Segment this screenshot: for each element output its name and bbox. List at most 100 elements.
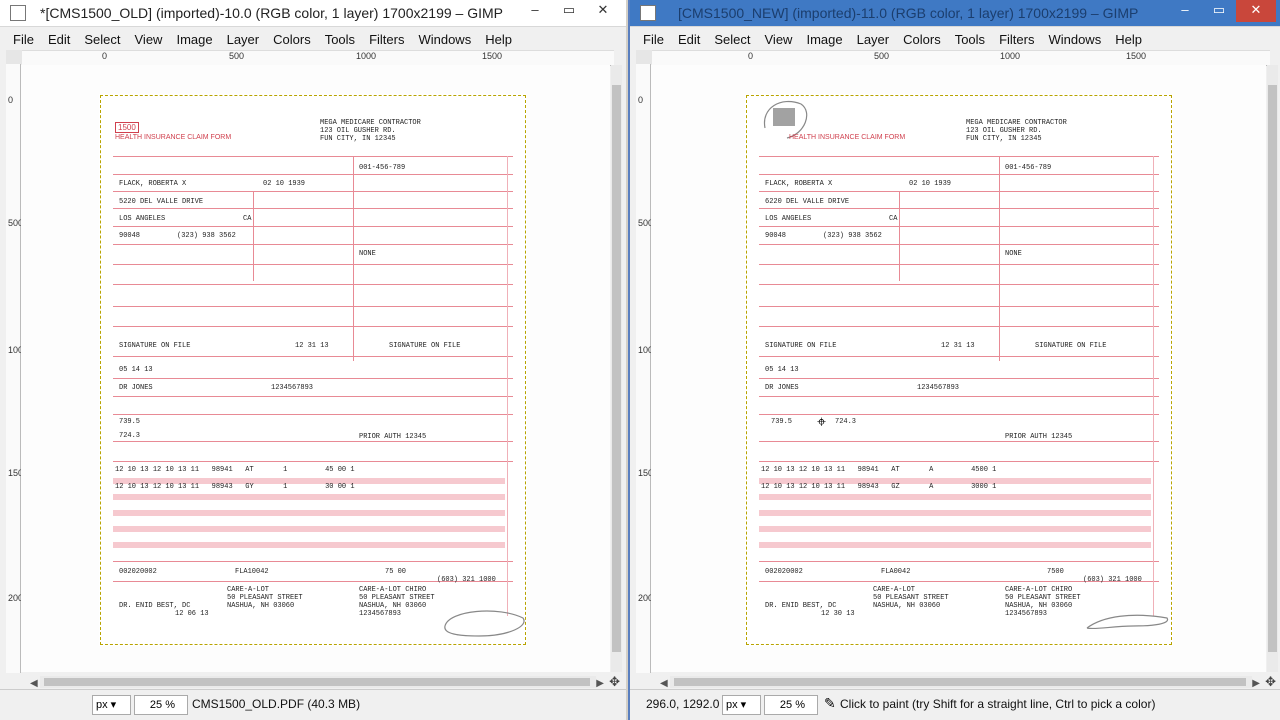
- menu-tools[interactable]: Tools: [948, 32, 992, 47]
- menu-image[interactable]: Image: [169, 32, 219, 47]
- image-canvas[interactable]: 1500 HEALTH INSURANCE CLAIM FORM MEGA ME…: [21, 65, 610, 672]
- scroll-thumb[interactable]: [44, 678, 590, 686]
- contractor-line: MEGA MEDICARE CONTRACTOR: [320, 119, 421, 127]
- patient-phone: (323) 938 3562: [823, 232, 882, 240]
- pen-cursor-icon: ⌖: [817, 414, 827, 431]
- zoom-select[interactable]: 25 %: [134, 695, 188, 715]
- menu-colors[interactable]: Colors: [896, 32, 948, 47]
- onset-date: 05 14 13: [119, 366, 153, 374]
- contractor-line: FUN CITY, IN 12345: [966, 135, 1042, 143]
- close-icon[interactable]: ✕: [1236, 0, 1276, 22]
- ruler-label: 0: [102, 51, 108, 61]
- horizontal-scrollbar[interactable]: [40, 676, 596, 688]
- horizontal-scrollbar[interactable]: [670, 676, 1252, 688]
- menu-select[interactable]: Select: [77, 32, 127, 47]
- form-title: HEALTH INSURANCE CLAIM FORM: [115, 134, 232, 141]
- menu-help[interactable]: Help: [478, 32, 519, 47]
- minimize-icon[interactable]: –: [518, 0, 552, 22]
- ruler-label: 500: [874, 51, 890, 61]
- menu-help[interactable]: Help: [1108, 32, 1149, 47]
- title-bar[interactable]: *[CMS1500_OLD] (imported)-10.0 (RGB colo…: [0, 0, 626, 27]
- unit-select[interactable]: px ▾: [722, 695, 761, 715]
- scroll-thumb[interactable]: [674, 678, 1246, 686]
- contractor-line: FUN CITY, IN 12345: [320, 135, 396, 143]
- pencil-tool-icon: ✎: [824, 695, 836, 711]
- billing-line: 50 PLEASANT STREET: [1005, 594, 1081, 602]
- scroll-right-icon[interactable]: ▶: [1252, 678, 1260, 689]
- maximize-icon[interactable]: ▭: [1202, 0, 1236, 22]
- menu-layer[interactable]: Layer: [850, 32, 897, 47]
- ruler-label: 1000: [638, 345, 659, 355]
- place-of-service: 11: [190, 483, 200, 491]
- claim-form-page[interactable]: HEALTH INSURANCE CLAIM FORM MEGA MEDICAR…: [746, 95, 1172, 645]
- navigate-icon[interactable]: ✥: [609, 674, 620, 690]
- menu-file[interactable]: File: [636, 32, 671, 47]
- patient-state: CA: [243, 215, 252, 223]
- ruler-corner[interactable]: [6, 50, 22, 64]
- menu-edit[interactable]: Edit: [41, 32, 77, 47]
- vertical-ruler[interactable]: 0 500 1000 1500 2000: [636, 64, 659, 673]
- modifier: AT: [891, 466, 900, 474]
- menu-select[interactable]: Select: [707, 32, 757, 47]
- navigate-icon[interactable]: ✥: [1265, 674, 1276, 690]
- horizontal-ruler[interactable]: 0 500 1000 1500: [22, 50, 614, 66]
- scroll-left-icon[interactable]: ◀: [660, 678, 668, 689]
- scroll-left-icon[interactable]: ◀: [30, 678, 38, 689]
- from-date: 12 10 13: [115, 483, 149, 491]
- scroll-right-icon[interactable]: ▶: [596, 678, 604, 689]
- facility-line: CARE-A-LOT: [227, 586, 270, 594]
- menu-layer[interactable]: Layer: [220, 32, 267, 47]
- close-icon[interactable]: ✕: [586, 0, 620, 22]
- menu-file[interactable]: File: [6, 32, 41, 47]
- ruler-label: 2000: [638, 593, 659, 603]
- from-date: 12 10 13: [761, 483, 795, 491]
- zoom-select[interactable]: 25 %: [764, 695, 818, 715]
- scroll-thumb[interactable]: [1268, 85, 1277, 652]
- maximize-icon[interactable]: ▭: [552, 0, 586, 22]
- patient-zip: 90048: [765, 232, 787, 240]
- pen-scribble: [1086, 614, 1169, 630]
- billing-line: CARE-A-LOT CHIRO: [359, 586, 427, 594]
- menu-view[interactable]: View: [758, 32, 800, 47]
- ruler-label: 1000: [8, 345, 29, 355]
- window-title: *[CMS1500_OLD] (imported)-10.0 (RGB colo…: [40, 5, 503, 21]
- to-date: 12 10 13: [152, 466, 187, 474]
- patient-name: FLACK, ROBERTA X: [119, 180, 187, 188]
- menu-colors[interactable]: Colors: [266, 32, 318, 47]
- menu-view[interactable]: View: [128, 32, 170, 47]
- menu-windows[interactable]: Windows: [1041, 32, 1108, 47]
- menu-tools[interactable]: Tools: [318, 32, 362, 47]
- minimize-icon[interactable]: –: [1168, 0, 1202, 22]
- claim-form-page[interactable]: 1500 HEALTH INSURANCE CLAIM FORM MEGA ME…: [100, 95, 526, 645]
- facility-line: 50 PLEASANT STREET: [227, 594, 303, 602]
- signature-date: 12 31 13: [295, 342, 329, 350]
- modifier: GY: [245, 483, 254, 491]
- vertical-scrollbar[interactable]: [611, 65, 622, 672]
- billing-line: 50 PLEASANT STREET: [359, 594, 435, 602]
- patient-phone: (323) 938 3562: [177, 232, 236, 240]
- scroll-thumb[interactable]: [612, 85, 621, 652]
- unit-select[interactable]: px ▾: [92, 695, 131, 715]
- menu-filters[interactable]: Filters: [992, 32, 1041, 47]
- vertical-ruler[interactable]: 0 500 1000 1500 2000: [6, 64, 29, 673]
- ruler-corner[interactable]: [636, 50, 652, 64]
- image-canvas[interactable]: HEALTH INSURANCE CLAIM FORM MEGA MEDICAR…: [651, 65, 1266, 672]
- horizontal-ruler[interactable]: 0 500 1000 1500: [652, 50, 1270, 66]
- patient-account: FLA0042: [881, 568, 911, 576]
- charges: 4500: [971, 466, 988, 474]
- zoom-value: 25 %: [149, 699, 175, 711]
- billing-npi: 1234567893: [359, 610, 402, 618]
- menu-edit[interactable]: Edit: [671, 32, 707, 47]
- cpt-code: 98941: [211, 466, 233, 474]
- referring-npi: 1234567893: [271, 384, 314, 392]
- insured-id: 001-456-789: [1005, 164, 1052, 172]
- status-bar: 296.0, 1292.0 px ▾ 25 % ✎ Click to paint…: [630, 689, 1280, 720]
- vertical-scrollbar[interactable]: [1267, 65, 1278, 672]
- total-charge: 7500: [1047, 568, 1064, 576]
- ruler-label: 1500: [638, 468, 659, 478]
- federal-tax-id: 002020002: [119, 568, 157, 576]
- title-bar[interactable]: [CMS1500_NEW] (imported)-11.0 (RGB color…: [630, 0, 1280, 27]
- menu-windows[interactable]: Windows: [411, 32, 478, 47]
- menu-image[interactable]: Image: [799, 32, 849, 47]
- menu-filters[interactable]: Filters: [362, 32, 411, 47]
